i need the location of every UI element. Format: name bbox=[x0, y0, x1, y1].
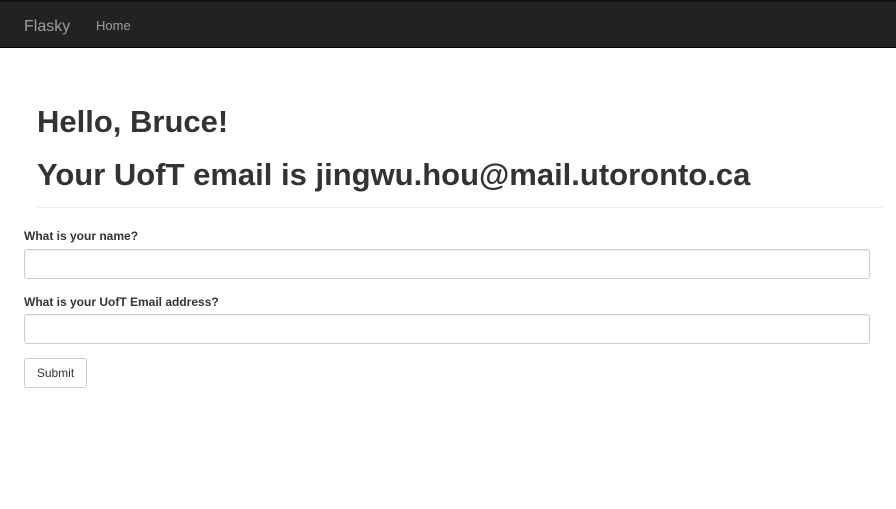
email-label: What is your UofT Email address? bbox=[24, 295, 219, 309]
greeting-heading: Hello, Bruce! bbox=[37, 104, 229, 139]
brand-link[interactable]: Flasky bbox=[24, 17, 70, 37]
page-header: Hello, Bruce! Your UofT email is jingwu.… bbox=[37, 48, 883, 208]
name-label: What is your name? bbox=[24, 229, 139, 243]
email-heading: Your UofT email is jingwu.hou@mail.utoro… bbox=[37, 157, 751, 192]
name-input[interactable] bbox=[24, 249, 870, 279]
submit-button[interactable]: Submit bbox=[24, 358, 87, 388]
email-input[interactable] bbox=[24, 314, 870, 344]
nav-link-home[interactable]: Home bbox=[96, 18, 131, 34]
navbar: Flasky Home bbox=[0, 0, 896, 48]
